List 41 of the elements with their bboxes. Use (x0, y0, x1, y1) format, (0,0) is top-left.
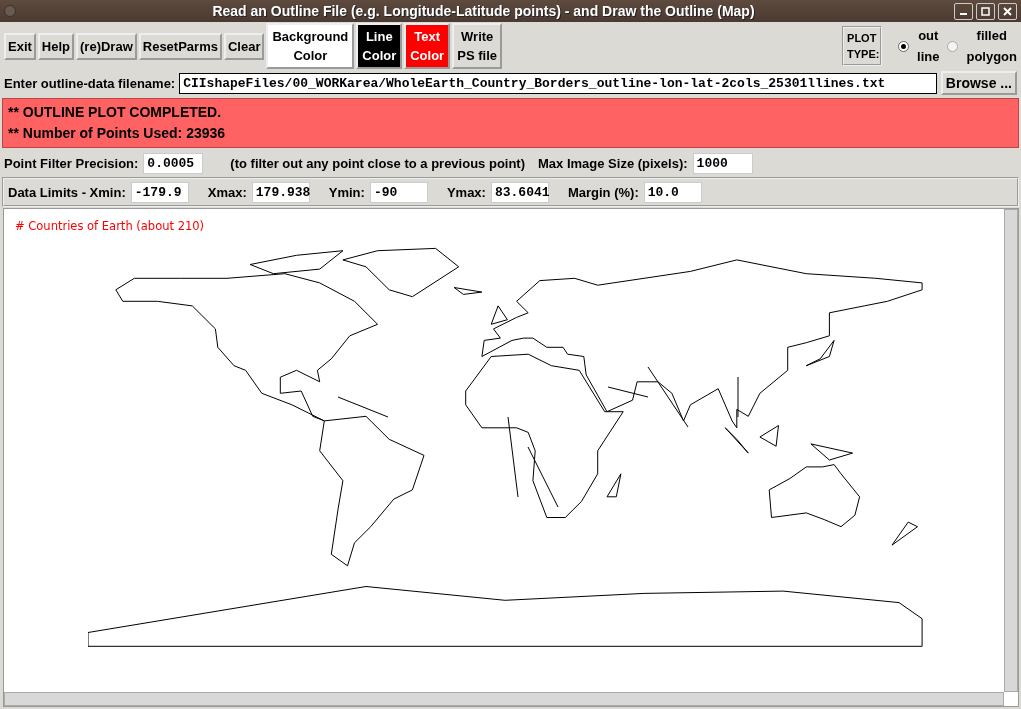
input-field[interactable]: 83.6041 (490, 181, 549, 203)
field-label: Point Filter Precision: (4, 155, 139, 171)
field-label: Xmax: (207, 184, 247, 200)
toolbar-button[interactable]: Exit (4, 32, 36, 60)
window-title: Read an Outline File (e.g. Longitude-Latitude points) - and Draw the Outline (Map) (211, 3, 756, 19)
color-button[interactable]: Background Color (266, 23, 355, 69)
radio-label[interactable]: filled polygon (966, 25, 1017, 67)
toolbar-button[interactable]: ResetParms (138, 32, 222, 60)
toolbar-button[interactable]: (re)Draw (76, 32, 137, 60)
toolbar-button[interactable]: Help (37, 32, 74, 60)
horizontal-scrollbar[interactable] (4, 692, 1004, 706)
hint-text: (to filter out any point close to a previous point) (230, 155, 526, 171)
input-field[interactable]: -179.9 (130, 181, 189, 203)
plot-type-label: PLOT TYPE: (842, 26, 883, 66)
input-field[interactable]: 0.0005 (143, 152, 204, 174)
maximize-icon[interactable] (976, 2, 995, 20)
status-message: ** OUTLINE PLOT COMPLETED. (8, 103, 223, 122)
toolbar-button[interactable]: Write PS file (452, 23, 503, 69)
canvas-comment: # Countries of Earth (about 210) (15, 219, 205, 233)
field-label: Data Limits - Xmin: (8, 184, 126, 200)
field-label: Ymin: (328, 184, 365, 200)
color-button[interactable]: Line Color (356, 23, 403, 69)
input-field[interactable]: 1000 (692, 152, 753, 174)
radio-button[interactable] (947, 40, 959, 52)
field-label: Margin (%): (567, 184, 639, 200)
vertical-scrollbar[interactable] (1004, 209, 1018, 692)
toolbar-button[interactable]: Clear (223, 32, 265, 60)
close-icon[interactable] (998, 2, 1017, 20)
input-field[interactable]: 179.938 (251, 181, 310, 203)
field-label: Max Image Size (pixels): (538, 155, 688, 171)
radio-button[interactable] (898, 40, 910, 52)
filename-label: Enter outline-data filename: (4, 75, 176, 91)
filename-field[interactable]: CIIshapeFiles/00_WORKarea/WholeEarth_Country_Borders_outline-lon-lat-2cols_25301llines.txt (179, 72, 937, 94)
color-button[interactable]: Text Color (404, 23, 451, 69)
input-field[interactable]: -90 (369, 181, 428, 203)
field-label: Ymax: (446, 184, 486, 200)
minimize-icon[interactable] (954, 2, 973, 20)
browse-button[interactable]: Browse ... (940, 71, 1017, 95)
radio-label[interactable]: out line (917, 25, 940, 67)
status-message: ** Number of Points Used: 23936 (8, 124, 227, 143)
input-field[interactable]: 10.0 (643, 181, 702, 203)
